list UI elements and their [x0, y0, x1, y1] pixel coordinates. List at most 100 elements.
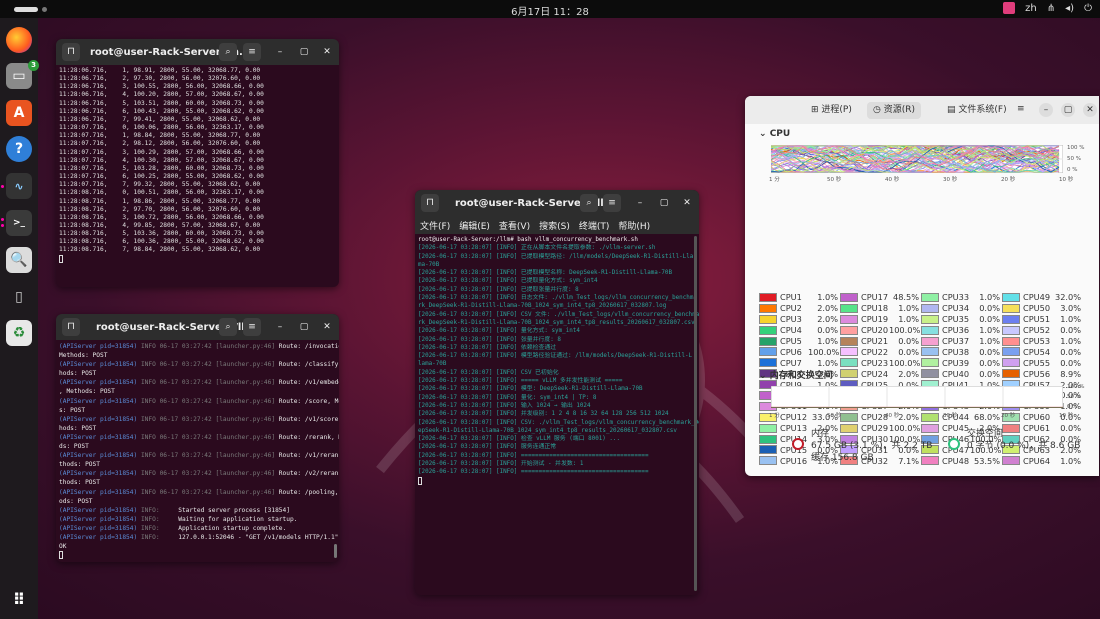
system-monitor-window[interactable]: ⊞ 进程(P) ◷ 资源(R) ▤ 文件系统(F) ≡ – ▢ ✕ ⌄ CPU … [745, 96, 1099, 476]
power-icon[interactable]: ⏻ [1084, 3, 1092, 14]
cpu-color-swatch[interactable] [921, 347, 939, 357]
menu-icon[interactable]: ≡ [1017, 104, 1025, 114]
terminal-window-gpu[interactable]: ⊓ root@user-Rack-Server: /h... ⌕ ≡ – ▢ ✕… [56, 39, 339, 287]
input-method-icon[interactable] [1003, 2, 1016, 14]
cpu-color-swatch[interactable] [759, 434, 777, 444]
system-tray[interactable]: zh ⋔ ◂) ⏻ [1003, 2, 1092, 14]
cpu-color-swatch[interactable] [840, 292, 858, 302]
cpu-color-swatch[interactable] [840, 369, 858, 379]
close-button[interactable]: ✕ [680, 196, 694, 210]
help-icon[interactable]: ? [6, 136, 32, 162]
cpu-color-swatch[interactable] [921, 369, 939, 379]
new-tab-icon[interactable]: ⊓ [421, 194, 439, 212]
cpu-color-swatch[interactable] [759, 314, 777, 324]
maximize-button[interactable]: ▢ [657, 196, 671, 210]
cpu-color-swatch[interactable] [921, 303, 939, 313]
cpu-color-swatch[interactable] [840, 358, 858, 368]
cpu-color-swatch[interactable] [840, 303, 858, 313]
minimize-button[interactable]: – [273, 45, 287, 59]
header-bar[interactable]: ⊞ 进程(P) ◷ 资源(R) ▤ 文件系统(F) ≡ – ▢ ✕ [745, 96, 1099, 124]
cpu-color-swatch[interactable] [759, 325, 777, 335]
close-button[interactable]: ✕ [320, 45, 334, 59]
minimize-button[interactable]: – [273, 320, 287, 334]
window-titlebar[interactable]: ⊓ root@user-Rack-Server: /llm ⌕ ≡ – ▢ ✕ [415, 190, 699, 216]
terminal-icon[interactable]: >_ [6, 210, 32, 236]
cpu-color-swatch[interactable] [840, 314, 858, 324]
cpu-color-swatch[interactable] [921, 336, 939, 346]
terminal-output[interactable]: (APIServer pid=31854) INFO 06-17 03:27:4… [56, 340, 339, 560]
tab-resources[interactable]: ◷ 资源(R) [867, 102, 921, 119]
cpu-color-swatch[interactable] [921, 412, 939, 422]
cpu-color-swatch[interactable] [921, 358, 939, 368]
terminal-window-server[interactable]: ⊓ root@user-Rack-Server: /llm ⌕ ≡ – ▢ ✕ … [56, 314, 339, 562]
menu-icon[interactable]: ≡ [243, 43, 261, 61]
menu-item[interactable]: 查看(V) [499, 219, 530, 232]
cpu-color-swatch[interactable] [921, 292, 939, 302]
cpu-legend-item: CPU53 1.0% [1002, 336, 1083, 347]
tab-processes[interactable]: ⊞ 进程(P) [805, 102, 858, 119]
clock[interactable]: 6月17日 11：28 [0, 3, 1100, 18]
menu-item[interactable]: 编辑(E) [459, 219, 490, 232]
maximize-button[interactable]: ▢ [297, 320, 311, 334]
volume-icon[interactable]: ◂) [1065, 3, 1074, 14]
maximize-button[interactable]: ▢ [297, 45, 311, 59]
minimize-button[interactable]: – [1039, 103, 1053, 117]
cpu-color-swatch[interactable] [1002, 336, 1020, 346]
system-monitor-icon[interactable]: ∿ [6, 173, 32, 199]
search-icon[interactable]: ⌕ [219, 43, 237, 61]
memory-section-title[interactable]: ⌄ 内存和交换空间 [759, 368, 833, 381]
terminal-window-benchmark[interactable]: ⊓ root@user-Rack-Server: /llm ⌕ ≡ – ▢ ✕ … [415, 190, 699, 595]
cpu-color-swatch[interactable] [759, 347, 777, 357]
cpu-color-swatch[interactable] [1002, 303, 1020, 313]
close-button[interactable]: ✕ [1083, 103, 1097, 117]
cpu-color-swatch[interactable] [840, 336, 858, 346]
search-icon[interactable]: ⌕ [580, 194, 598, 212]
cpu-color-swatch[interactable] [759, 358, 777, 368]
cpu-color-swatch[interactable] [1002, 292, 1020, 302]
cpu-color-swatch[interactable] [1002, 325, 1020, 335]
menu-item[interactable]: 帮助(H) [618, 219, 650, 232]
cpu-color-swatch[interactable] [840, 412, 858, 422]
cpu-color-swatch[interactable] [1002, 456, 1020, 466]
search-icon[interactable]: ⌕ [219, 318, 237, 336]
cpu-color-swatch[interactable] [840, 325, 858, 335]
window-titlebar[interactable]: ⊓ root@user-Rack-Server: /llm ⌕ ≡ – ▢ ✕ [56, 314, 339, 340]
cpu-color-swatch[interactable] [921, 325, 939, 335]
firefox-icon[interactable] [6, 27, 32, 53]
terminal-output[interactable]: root@user-Rack-Server:/llm# bash vllm_co… [415, 234, 699, 485]
cpu-color-swatch[interactable] [1002, 358, 1020, 368]
cpu-color-swatch[interactable] [1002, 347, 1020, 357]
close-button[interactable]: ✕ [320, 320, 334, 334]
window-titlebar[interactable]: ⊓ root@user-Rack-Server: /h... ⌕ ≡ – ▢ ✕ [56, 39, 339, 65]
minimize-button[interactable]: – [633, 196, 647, 210]
cpu-color-swatch[interactable] [759, 336, 777, 346]
cpu-color-swatch[interactable] [759, 292, 777, 302]
cpu-color-swatch[interactable] [921, 314, 939, 324]
cpu-color-swatch[interactable] [759, 456, 777, 466]
cpu-color-swatch[interactable] [759, 303, 777, 313]
app-center-icon[interactable]: A [6, 100, 32, 126]
menu-item[interactable]: 终端(T) [579, 219, 610, 232]
cpu-color-swatch[interactable] [1002, 314, 1020, 324]
cpu-color-swatch[interactable] [1002, 369, 1020, 379]
cpu-color-swatch[interactable] [759, 445, 777, 455]
language-indicator[interactable]: zh [1025, 3, 1037, 14]
cpu-section-title[interactable]: ⌄ CPU [759, 129, 790, 139]
usb-drive-icon[interactable]: ▯ [6, 284, 32, 310]
trash-icon[interactable]: ♻ [6, 320, 32, 346]
new-tab-icon[interactable]: ⊓ [62, 318, 80, 336]
terminal-output[interactable]: 11:28:06.716, 1, 98.91, 2800, 55.00, 320… [56, 65, 339, 264]
cpu-color-swatch[interactable] [759, 423, 777, 433]
maximize-button[interactable]: ▢ [1061, 103, 1075, 117]
image-viewer-icon[interactable]: 🔍 [6, 247, 32, 273]
menu-item[interactable]: 文件(F) [420, 219, 450, 232]
show-apps-icon[interactable]: ⠿ [6, 586, 32, 612]
menu-icon[interactable]: ≡ [243, 318, 261, 336]
new-tab-icon[interactable]: ⊓ [62, 43, 80, 61]
files-icon[interactable]: ▭ 3 [6, 60, 39, 89]
network-icon[interactable]: ⋔ [1047, 3, 1055, 14]
cpu-color-swatch[interactable] [840, 347, 858, 357]
menu-item[interactable]: 搜索(S) [539, 219, 570, 232]
menu-icon[interactable]: ≡ [603, 194, 621, 212]
tab-filesystems[interactable]: ▤ 文件系统(F) [941, 102, 1013, 119]
